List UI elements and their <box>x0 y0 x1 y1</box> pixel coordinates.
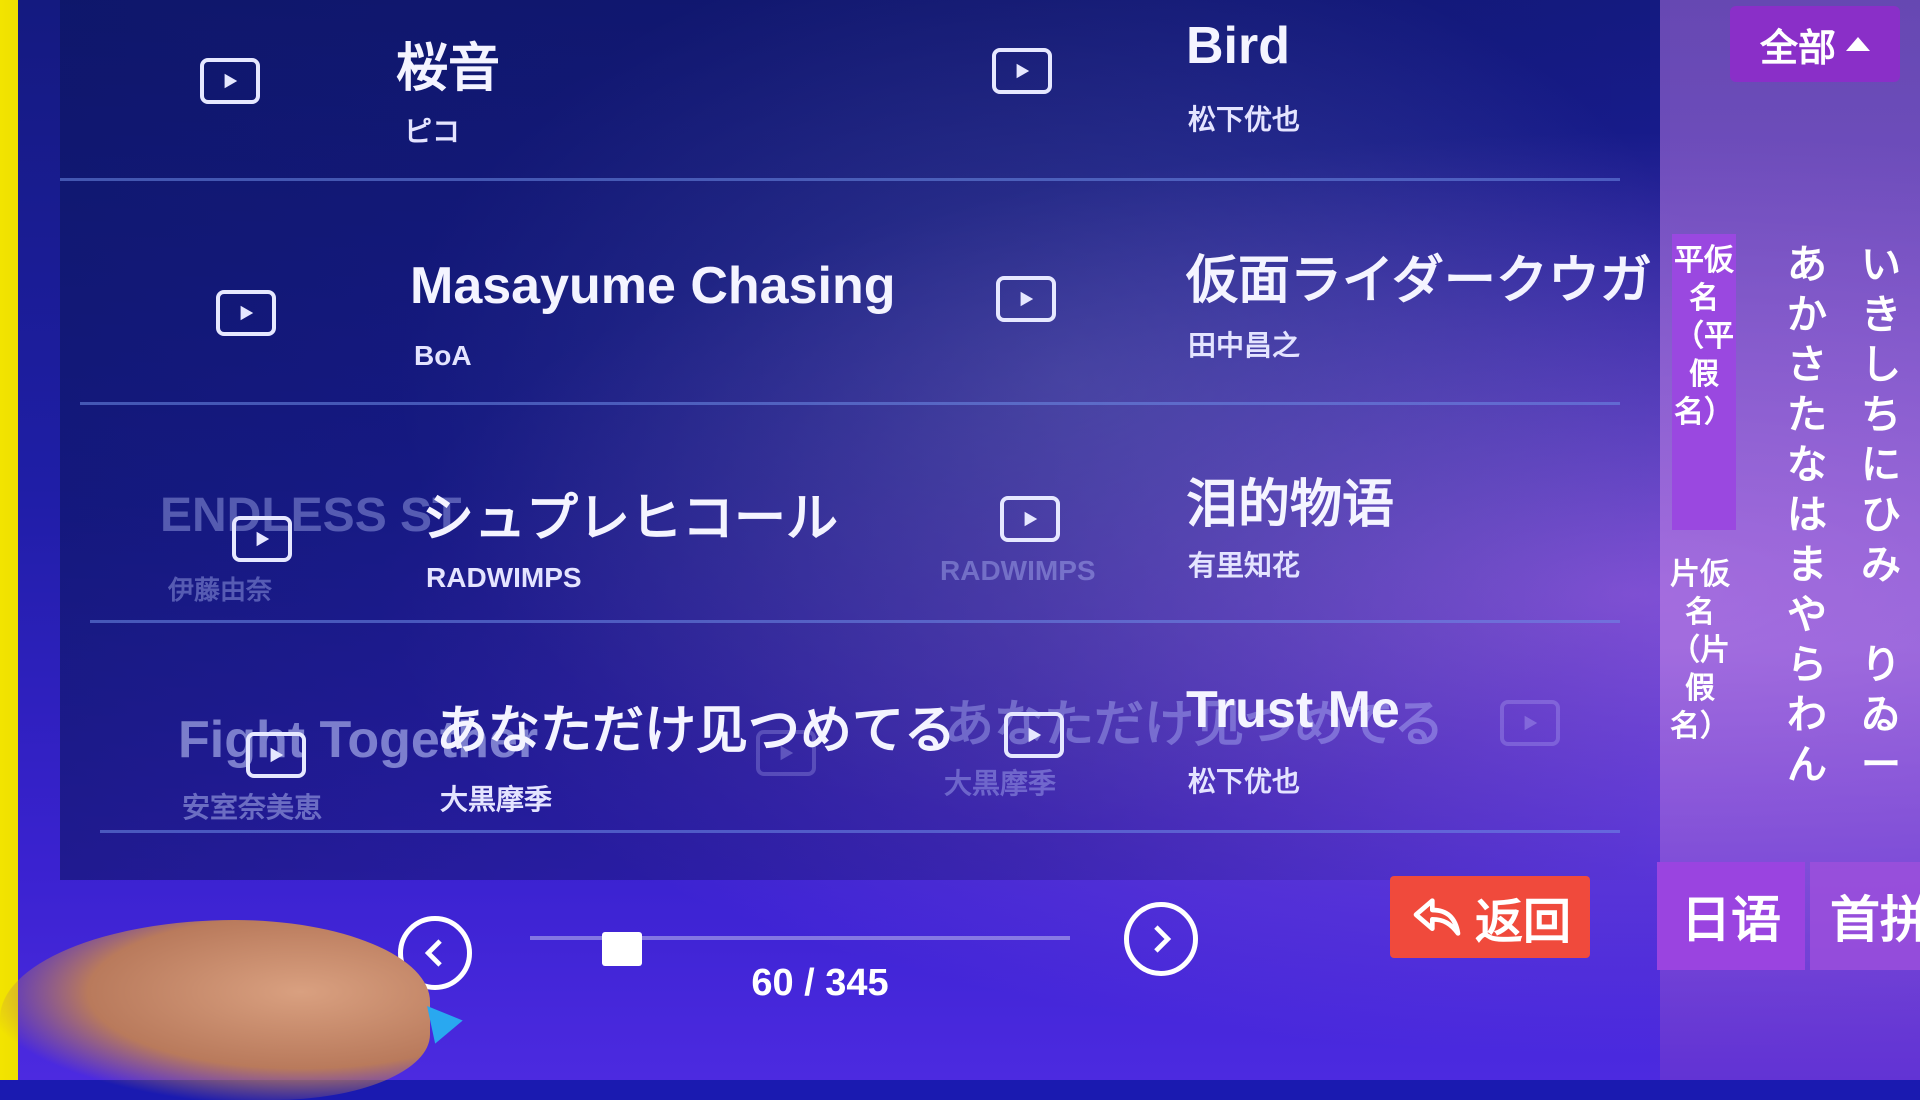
song-artist: 松下优也 <box>1188 766 1301 797</box>
tab-hiragana[interactable]: 平仮名（平假名） <box>1672 234 1736 530</box>
kana-key[interactable]: ひ <box>1856 490 1906 540</box>
song-title: 仮面ライダークウガ <box>1186 252 1652 310</box>
ghost-artist: RADWIMPS <box>940 555 1096 586</box>
song-artist: ピコ <box>404 116 461 147</box>
song-title: Trust Me <box>1186 681 1400 739</box>
play-icon[interactable] <box>246 732 306 778</box>
caret-up-icon <box>1846 37 1870 51</box>
kana-key[interactable]: は <box>1782 490 1832 540</box>
kana-column-i: い き し ち に ひ み り ゐ ー <box>1856 240 1906 790</box>
kana-key[interactable]: ん <box>1782 740 1832 790</box>
kana-key[interactable] <box>1856 590 1906 640</box>
play-icon[interactable] <box>1000 496 1060 542</box>
song-title: 桜音 <box>396 40 501 98</box>
kana-key[interactable]: ら <box>1782 640 1832 690</box>
song-title: あなただけ见つめてる <box>436 702 957 760</box>
ghost-artist: 伊藤由奈 <box>168 575 273 605</box>
next-page-button[interactable] <box>1124 902 1198 976</box>
kana-key[interactable]: に <box>1856 440 1906 490</box>
kana-key[interactable]: さ <box>1782 340 1832 390</box>
play-icon[interactable] <box>1004 712 1064 758</box>
play-icon[interactable] <box>992 48 1052 94</box>
kana-key[interactable]: な <box>1782 440 1832 490</box>
page-counter: 60 / 345 <box>751 962 889 1004</box>
kana-key[interactable]: り <box>1856 640 1906 690</box>
kana-key[interactable]: し <box>1856 340 1906 390</box>
row-divider <box>90 620 1620 623</box>
kana-key[interactable]: み <box>1856 540 1906 590</box>
song-title: シュプレヒコール <box>422 490 839 548</box>
row-divider <box>100 830 1620 833</box>
kana-key[interactable]: ゐ <box>1856 690 1906 740</box>
kana-column-a: あ か さ た な は ま や ら わ ん <box>1782 240 1832 790</box>
kana-key[interactable]: き <box>1856 290 1906 340</box>
kana-key[interactable]: い <box>1856 240 1906 290</box>
chevron-left-icon <box>424 939 442 967</box>
play-icon[interactable] <box>216 290 276 336</box>
back-button[interactable]: 返回 <box>1390 876 1590 958</box>
tab-katakana[interactable]: 片仮名（片假名） <box>1668 548 1732 798</box>
filter-all-button[interactable]: 全部 <box>1730 6 1900 82</box>
song-title: Bird <box>1186 17 1290 75</box>
ghost-artist: 大黒摩季 <box>944 768 1057 799</box>
play-icon <box>1500 700 1560 746</box>
song-artist: 大黒摩季 <box>440 784 553 815</box>
kana-key[interactable]: か <box>1782 290 1832 340</box>
kana-key[interactable]: や <box>1782 590 1832 640</box>
row-divider <box>60 178 1620 181</box>
ghost-artist: 安室奈美恵 <box>182 792 323 823</box>
page-slider-handle[interactable] <box>601 932 642 966</box>
chevron-right-icon <box>1154 925 1172 953</box>
play-icon[interactable] <box>200 58 260 104</box>
song-artist: BoA <box>414 340 472 371</box>
song-title: Masayume Chasing <box>410 257 896 315</box>
row-divider <box>80 402 1620 405</box>
back-button-label: 返回 <box>1474 896 1571 949</box>
song-artist: 有里知花 <box>1188 550 1301 581</box>
ghost-title: ENDLESS ST <box>160 489 462 542</box>
kana-key[interactable]: ま <box>1782 540 1832 590</box>
return-arrow-icon <box>1413 898 1461 936</box>
kana-key[interactable]: あ <box>1782 240 1832 290</box>
kana-key[interactable]: た <box>1782 390 1832 440</box>
filter-all-label: 全部 <box>1759 27 1836 70</box>
play-icon[interactable] <box>232 516 292 562</box>
play-icon[interactable] <box>996 276 1056 322</box>
song-artist: 田中昌之 <box>1188 330 1301 361</box>
kana-key[interactable]: ー <box>1856 740 1906 790</box>
kana-key[interactable]: わ <box>1782 690 1832 740</box>
song-artist: 松下优也 <box>1188 104 1301 135</box>
song-title: 泪的物语 <box>1186 476 1395 534</box>
kana-key[interactable]: ち <box>1856 390 1906 440</box>
tab-japanese[interactable]: 日语 <box>1657 862 1805 970</box>
song-artist: RADWIMPS <box>426 562 582 593</box>
tab-initials[interactable]: 首拼 <box>1810 862 1920 970</box>
